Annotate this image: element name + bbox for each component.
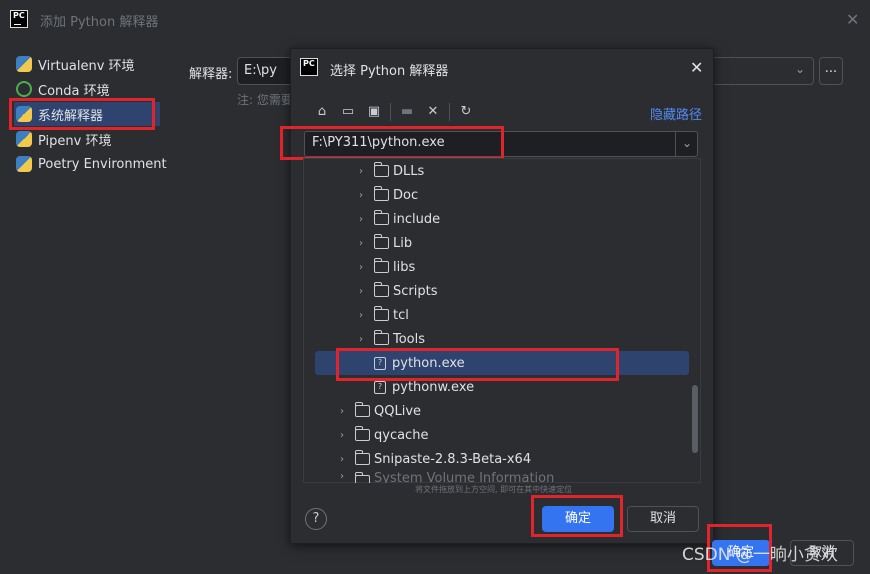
refresh-icon[interactable]: ↻ [457,103,475,121]
tree-row-label: include [393,211,441,227]
sidebar-item-poetry[interactable]: Poetry Environment [14,152,174,176]
chevron-right-icon[interactable]: › [354,262,368,273]
folder-icon [373,258,389,273]
tree-row-label: Snipaste-2.8.3-Beta-x64 [374,451,532,467]
tree-row-folder[interactable]: › qycache [335,423,428,447]
tree-row-label: Doc [393,187,419,203]
folder-icon [373,162,389,177]
highlight-box [280,126,504,160]
tree-scrollbar[interactable] [692,385,698,453]
python-icon [16,131,32,147]
note-text: 注: 您需要 [237,93,293,107]
sidebar-item-label: Conda 环境 [38,83,110,99]
tree-row-folder[interactable]: › Lib [354,231,412,255]
folder-icon [373,282,389,297]
interpreter-label: 解释器: [189,67,233,82]
tree-row-folder[interactable]: › tcl [354,303,409,327]
tree-row-label: DLLs [393,163,425,179]
dialog-title: 选择 Python 解释器 [330,64,449,79]
tree-row-folder[interactable]: › QQLive [335,399,421,423]
tree-row-label: QQLive [374,403,422,419]
cancel-button[interactable]: 取消 [627,506,699,532]
toolbar-divider [449,103,450,121]
close-icon[interactable]: ✕ [846,10,859,29]
chevron-right-icon[interactable]: › [335,471,349,482]
window-title: 添加 Python 解释器 [40,15,159,30]
folder-icon [373,330,389,345]
sidebar-item-label: Pipenv 环境 [38,133,112,149]
sidebar-item-pipenv[interactable]: Pipenv 环境 [14,127,154,151]
tree-row-label: Tools [393,331,426,347]
chevron-right-icon[interactable]: › [335,430,349,441]
tree-row-label: libs [393,259,416,275]
sidebar-item-label: Poetry Environment [38,156,167,172]
tree-row-label: System Volume Information [374,471,555,483]
toolbar-divider [390,103,391,121]
tree-row-folder[interactable]: › System Volume Information [335,471,554,483]
chevron-right-icon[interactable]: › [354,238,368,249]
chevron-down-icon[interactable]: ⌄ [795,62,805,76]
folder-icon [354,472,370,483]
chevron-right-icon[interactable]: › [354,286,368,297]
chevron-right-icon[interactable]: › [335,406,349,417]
help-button[interactable]: ? [305,508,327,530]
browse-button[interactable]: ... [819,57,843,85]
chevron-right-icon[interactable]: › [354,334,368,345]
highlight-box [336,348,619,381]
tree-row-label: pythonw.exe [392,379,475,395]
tree-row-label: Lib [393,235,413,251]
tree-row-label: tcl [393,307,409,323]
folder-icon [354,450,370,465]
delete-icon[interactable]: ✕ [424,103,442,121]
close-icon[interactable]: ✕ [690,58,703,77]
chevron-down-icon[interactable]: ⌄ [682,136,692,150]
tree-row-folder[interactable]: › DLLs [354,159,424,183]
folder-icon [354,426,370,441]
python-icon [16,56,32,72]
folder-icon [373,210,389,225]
chevron-right-icon[interactable]: › [354,166,368,177]
folder-icon [354,402,370,417]
interpreter-combo[interactable]: E:\py [237,57,297,85]
hide-path-link[interactable]: 隐藏路径 [650,104,702,123]
highlight-box [9,98,155,130]
desktop-icon[interactable]: ▭ [339,103,357,121]
tree-row-folder[interactable]: › Scripts [354,279,437,303]
folder-icon [373,186,389,201]
tree-row-label: qycache [374,427,429,443]
home-icon[interactable]: ⌂ [313,103,331,121]
sidebar-item-virtualenv[interactable]: Virtualenv 环境 [14,52,154,76]
poetry-icon [16,156,32,172]
tree-row-folder[interactable]: › Doc [354,183,418,207]
chevron-right-icon[interactable]: › [335,454,349,465]
tree-row-label: Scripts [393,283,438,299]
project-icon[interactable]: ▣ [365,103,383,121]
tree-row-folder[interactable]: › Snipaste-2.8.3-Beta-x64 [335,447,531,471]
highlight-box [531,495,623,537]
folder-icon [373,306,389,321]
sidebar-item-label: Virtualenv 环境 [38,58,135,74]
watermark: CSDN @一晌小贪欢 [682,545,838,565]
folder-icon [373,234,389,249]
pycharm-logo-icon: PC [10,10,28,28]
drop-hint: 将文件拖放到上方空间, 即可在其中快速定位 [415,485,573,494]
chevron-right-icon[interactable]: › [354,214,368,225]
tree-row-folder[interactable]: › libs [354,255,415,279]
chevron-right-icon[interactable]: › [354,310,368,321]
file-unknown-icon: ? [374,380,386,394]
tree-row-folder[interactable]: › include [354,207,440,231]
conda-icon [16,81,32,97]
divider [675,132,676,156]
new-folder-icon[interactable]: ▬ [398,103,416,121]
pycharm-logo-icon: PC [300,58,318,76]
chevron-right-icon[interactable]: › [354,190,368,201]
